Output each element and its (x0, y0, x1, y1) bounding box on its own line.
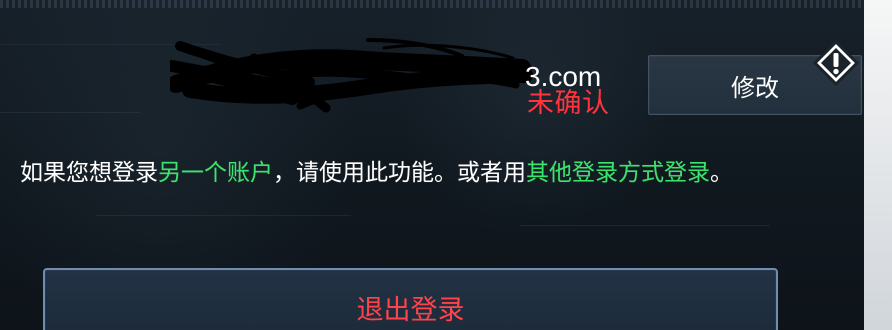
background-line (520, 225, 770, 226)
email-status-label: 未确认 (527, 88, 610, 119)
background-line (96, 215, 351, 216)
help-text-middle: ，请使用此功能。或者用 (273, 160, 526, 186)
top-border-strip (0, 0, 864, 8)
edit-button-label: 修改 (731, 73, 779, 102)
other-login-methods-link[interactable]: 其他登录方式登录 (526, 160, 710, 186)
help-text-suffix: 。 (710, 160, 733, 186)
logout-button[interactable]: 退出登录 (43, 268, 778, 330)
logout-button-label: 退出登录 (356, 295, 465, 326)
background-line (0, 112, 140, 113)
another-account-link[interactable]: 另一个账户 (158, 160, 273, 186)
redaction-scribble (170, 38, 533, 113)
right-edge-panel (864, 0, 892, 330)
email-visible-text: 3.com (525, 61, 602, 92)
help-text-prefix: 如果您想登录 (20, 160, 158, 186)
account-screen: 3.com 未确认 修改 如果您想登录另一个账户，请使用此功能。或者用其他登录方… (0, 0, 892, 330)
account-email-block: 3.com 未确认 (170, 28, 630, 128)
warning-icon[interactable] (813, 40, 859, 86)
account-help-text: 如果您想登录另一个账户，请使用此功能。或者用其他登录方式登录。 (20, 159, 840, 188)
